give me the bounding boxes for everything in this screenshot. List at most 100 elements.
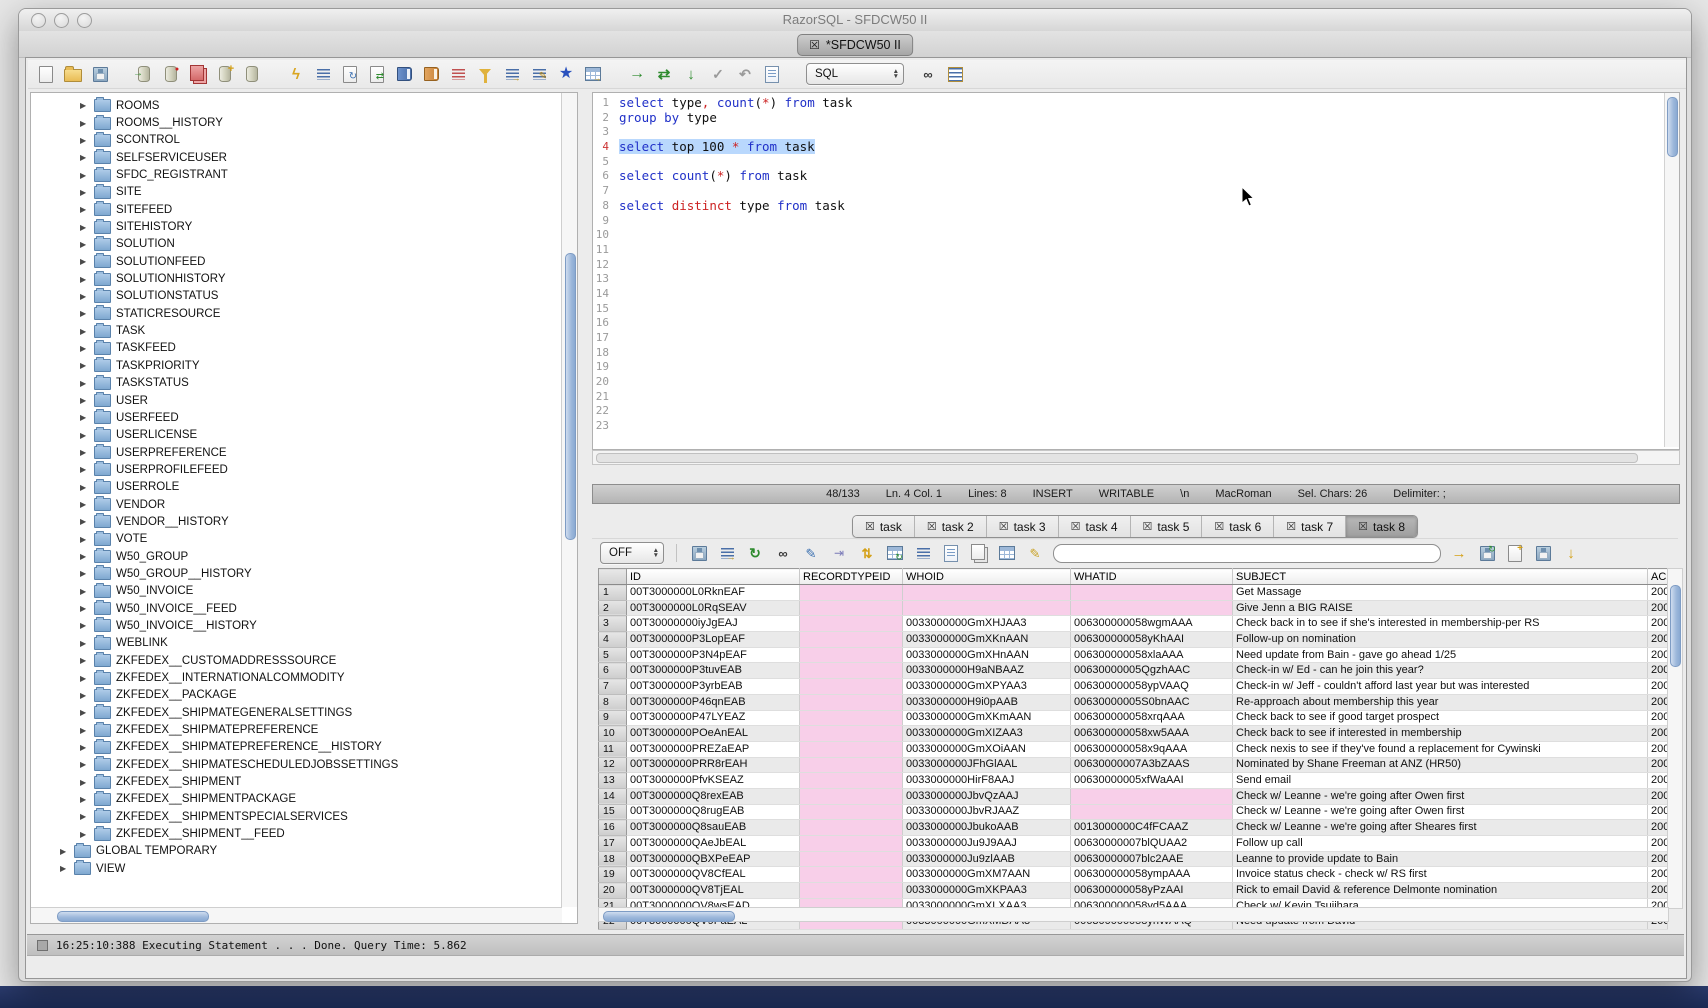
tree-item-task[interactable]: ▶TASK — [31, 322, 561, 339]
disclosure-triangle-icon[interactable]: ▶ — [80, 171, 89, 180]
row-number-cell[interactable]: 14 — [599, 788, 627, 804]
code-line[interactable] — [619, 419, 1663, 434]
tree-item-sfdc-registrant[interactable]: ▶SFDC_REGISTRANT — [31, 166, 561, 183]
code-line[interactable] — [619, 375, 1663, 390]
code-line[interactable]: group by type — [619, 111, 1663, 126]
cell-whatid[interactable]: 0013000000C4fFCAAZ — [1071, 820, 1233, 836]
cell-id[interactable]: 00T3000000Q8rexEAB — [627, 788, 800, 804]
tree-item-userprofilefeed[interactable]: ▶USERPROFILEFEED — [31, 461, 561, 478]
format-align2-icon[interactable]: → — [717, 543, 737, 563]
cell-recordtypeid[interactable] — [800, 773, 903, 789]
sql-editor[interactable]: 1234567891011121314151617181920212223 se… — [592, 92, 1680, 450]
cell-recordtypeid[interactable] — [800, 600, 903, 616]
disclosure-triangle-icon[interactable]: ▶ — [80, 743, 89, 752]
cell-whoid[interactable]: 0033000000JFhGlAAL — [903, 757, 1071, 773]
row-number-cell[interactable]: 9 — [599, 710, 627, 726]
result-tab-task[interactable]: ☒task — [853, 516, 914, 537]
disclosure-triangle-icon[interactable]: ▶ — [80, 795, 89, 804]
cell-id[interactable]: 00T3000000PRR8rEAH — [627, 757, 800, 773]
column-header-id[interactable]: ID — [627, 569, 800, 585]
cell-whoid[interactable]: 0033000000GmXM7AAN — [903, 867, 1071, 883]
favorites-star-icon[interactable]: ★ — [556, 64, 576, 84]
tree-item-zkfedex-shipmategeneralsettings[interactable]: ▶ZKFEDEX__SHIPMATEGENERALSETTINGS — [31, 704, 561, 721]
cell-whoid[interactable]: 0033000000Ju9J9AAJ — [903, 836, 1071, 852]
tree-horizontal-scrollbar[interactable] — [31, 907, 562, 923]
cell-whoid[interactable] — [903, 585, 1071, 601]
tab-close-icon[interactable]: ☒ — [999, 520, 1009, 533]
disclosure-triangle-icon[interactable]: ▶ — [80, 413, 89, 422]
edit-lines-icon[interactable]: ✎ — [529, 64, 549, 84]
result-tab-task-5[interactable]: ☒task 5 — [1130, 516, 1202, 537]
tree-item-rooms[interactable]: ▶ROOMS — [31, 97, 561, 114]
cell-id[interactable]: 00T3000000P3LopEAF — [627, 632, 800, 648]
row-number-cell[interactable]: 11 — [599, 741, 627, 757]
cell-subject[interactable]: Check back to see if good target prospec… — [1233, 710, 1648, 726]
cell-ac[interactable]: 200 — [1648, 851, 1668, 867]
code-line[interactable]: select count(*) from task — [619, 169, 1663, 184]
cell-ac[interactable]: 200 — [1648, 757, 1668, 773]
column-header-recordtypeid[interactable]: RECORDTYPEID — [800, 569, 903, 585]
grid-vertical-scrollbar[interactable] — [1667, 568, 1683, 909]
result-tab-task-4[interactable]: ☒task 4 — [1058, 516, 1130, 537]
compare-list-icon[interactable] — [448, 64, 468, 84]
code-line[interactable]: select type, count(*) from task — [619, 96, 1663, 111]
transpose-table-icon[interactable] — [997, 543, 1017, 563]
cell-recordtypeid[interactable] — [800, 679, 903, 695]
tree-item-userlicense[interactable]: ▶USERLICENSE — [31, 427, 561, 444]
column-header-ac[interactable]: AC — [1648, 569, 1668, 585]
cell-ac[interactable]: 200 — [1648, 788, 1668, 804]
tree-hscroll-thumb[interactable] — [57, 911, 209, 922]
tree-item-view[interactable]: ▶VIEW — [31, 860, 561, 877]
cell-whatid[interactable]: 006300000058wgmAAA — [1071, 616, 1233, 632]
find-glasses-icon[interactable]: ∞ — [918, 64, 938, 84]
disclosure-triangle-icon[interactable]: ▶ — [80, 639, 89, 648]
cell-whatid[interactable]: 00630000007blc2AAE — [1071, 851, 1233, 867]
history-doc-icon[interactable] — [762, 64, 782, 84]
disclosure-triangle-icon[interactable]: ▶ — [80, 396, 89, 405]
cell-whoid[interactable]: 0033000000GmXOiAAN — [903, 741, 1071, 757]
cell-subject[interactable]: Send email — [1233, 773, 1648, 789]
cell-id[interactable]: 00T3000000P46qnEAB — [627, 694, 800, 710]
cell-subject[interactable]: Give Jenn a BIG RAISE — [1233, 600, 1648, 616]
cell-ac[interactable]: 200 — [1648, 836, 1668, 852]
cell-whoid[interactable]: 0033000000JbukoAAB — [903, 820, 1071, 836]
disclosure-triangle-icon[interactable]: ▶ — [80, 535, 89, 544]
cell-id[interactable]: 00T3000000L0RknEAF — [627, 585, 800, 601]
cell-whoid[interactable]: 0033000000GmXIZAA3 — [903, 726, 1071, 742]
export-table-icon[interactable]: ↻ — [1477, 543, 1497, 563]
code-line[interactable] — [619, 243, 1663, 258]
cell-recordtypeid[interactable] — [800, 836, 903, 852]
cell-id[interactable]: 00T3000000QV8CfEAL — [627, 867, 800, 883]
tree-item-userpreference[interactable]: ▶USERPREFERENCE — [31, 444, 561, 461]
cell-whoid[interactable]: 0033000000GmXHJAA3 — [903, 616, 1071, 632]
code-line[interactable] — [619, 346, 1663, 361]
code-line[interactable] — [619, 360, 1663, 375]
edit-pencil-icon[interactable]: ✎ — [801, 543, 821, 563]
row-number-cell[interactable]: 13 — [599, 773, 627, 789]
cell-recordtypeid[interactable] — [800, 694, 903, 710]
disclosure-triangle-icon[interactable]: ▶ — [80, 778, 89, 787]
disclosure-triangle-icon[interactable]: ▶ — [60, 864, 69, 873]
cell-ac[interactable]: 200 — [1648, 600, 1668, 616]
row-number-cell[interactable]: 12 — [599, 757, 627, 773]
row-limit-select[interactable]: OFF▲▼ — [600, 542, 664, 564]
code-line[interactable] — [619, 272, 1663, 287]
cell-id[interactable]: 00T3000000QBXPeEAP — [627, 851, 800, 867]
editor-vscroll-thumb[interactable] — [1667, 97, 1678, 157]
disclosure-triangle-icon[interactable]: ▶ — [80, 344, 89, 353]
result-tab-task-6[interactable]: ☒task 6 — [1201, 516, 1273, 537]
disclosure-triangle-icon[interactable]: ▶ — [80, 361, 89, 370]
cell-recordtypeid[interactable] — [800, 585, 903, 601]
new-file-icon[interactable] — [36, 64, 56, 84]
open-file-icon[interactable] — [63, 64, 83, 84]
disclosure-triangle-icon[interactable]: ▶ — [80, 812, 89, 821]
tree-item-sitefeed[interactable]: ▶SITEFEED — [31, 201, 561, 218]
commit-check-icon[interactable]: ✓ — [708, 64, 728, 84]
tab-close-icon[interactable]: ☒ — [865, 520, 875, 533]
cell-recordtypeid[interactable] — [800, 883, 903, 899]
cell-whoid[interactable]: 0033000000GmXPYAA3 — [903, 679, 1071, 695]
grid-horizontal-scrollbar[interactable] — [598, 907, 1669, 922]
cell-ac[interactable]: 200 — [1648, 741, 1668, 757]
row-number-cell[interactable]: 4 — [599, 632, 627, 648]
row-number-cell[interactable]: 8 — [599, 694, 627, 710]
